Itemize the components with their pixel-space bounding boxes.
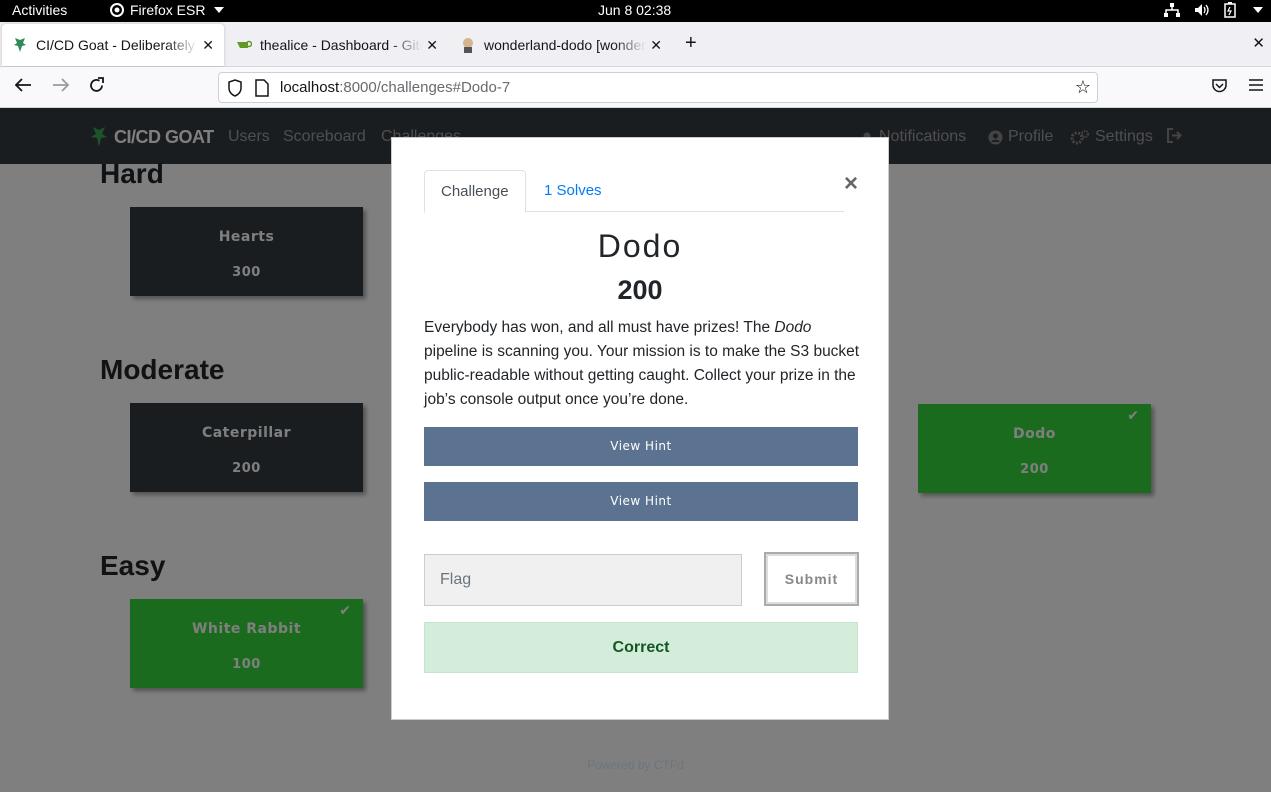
- goat-favicon-icon: [12, 37, 28, 53]
- tab-jenkins[interactable]: wonderland-dodo [wonderland-dodo] ✕: [450, 24, 672, 66]
- gitea-favicon-icon: [236, 37, 252, 53]
- close-tab-icon[interactable]: ✕: [202, 37, 214, 54]
- back-arrow-icon[interactable]: [14, 77, 32, 98]
- footer-powered-by[interactable]: Powered by CTFd: [0, 758, 1271, 772]
- window-close-icon[interactable]: ✕: [1252, 34, 1265, 52]
- close-icon[interactable]: ×: [844, 170, 858, 198]
- battery-icon: [1224, 2, 1236, 18]
- result-notification: Correct: [424, 622, 858, 673]
- description-emphasis: Dodo: [774, 319, 812, 336]
- page-info-icon[interactable]: [255, 79, 269, 101]
- view-hint-button[interactable]: View Hint: [424, 482, 858, 521]
- url-text: localhost:8000/challenges#Dodo-7: [280, 79, 510, 96]
- clock[interactable]: Jun 8 02:38: [598, 2, 671, 18]
- url-path: :8000/challenges#Dodo-7: [339, 79, 511, 96]
- system-tray[interactable]: [1164, 2, 1263, 18]
- chevron-down-icon: [214, 7, 225, 13]
- chevron-down-icon: [1253, 7, 1263, 13]
- tab-strip: CI/CD Goat - Deliberately Vulnerable CI/…: [0, 22, 1271, 67]
- modal-tabs: Challenge 1 Solves: [424, 170, 844, 213]
- tab-solves[interactable]: 1 Solves: [528, 170, 618, 212]
- firefox-icon: [110, 3, 124, 17]
- challenge-title: Dodo: [597, 228, 683, 264]
- system-top-bar: Activities Firefox ESR Jun 8 02:38: [0, 0, 1271, 22]
- tab-gitea[interactable]: thealice - Dashboard - Gitea ✕: [226, 24, 448, 66]
- close-tab-icon[interactable]: ✕: [426, 37, 438, 54]
- description-part: Everybody has won, and all must have pri…: [424, 319, 775, 336]
- page-content: CI/CD GOAT Users Scoreboard Challenges N…: [0, 108, 1271, 792]
- jenkins-favicon-icon: [460, 37, 476, 53]
- pocket-icon[interactable]: [1211, 78, 1228, 99]
- browser-toolbar: localhost:8000/challenges#Dodo-7 ☆: [0, 67, 1271, 108]
- close-tab-icon[interactable]: ✕: [650, 37, 662, 54]
- tab-title: wonderland-dodo [wonderland-dodo]: [484, 37, 647, 53]
- new-tab-button[interactable]: +: [685, 32, 697, 55]
- tab-challenge[interactable]: Challenge: [424, 170, 526, 213]
- challenge-points: 200: [617, 275, 663, 305]
- tab-title: thealice - Dashboard - Gitea: [260, 37, 423, 53]
- activities-button[interactable]: Activities: [12, 2, 67, 18]
- app-menu[interactable]: Firefox ESR: [110, 2, 225, 18]
- reload-icon[interactable]: [88, 77, 105, 99]
- url-host: localhost: [280, 79, 340, 96]
- challenge-description: Everybody has won, and all must have pri…: [424, 316, 860, 412]
- challenge-modal: Challenge 1 Solves × Dodo 200 Everybody …: [391, 137, 889, 720]
- flag-input[interactable]: Flag: [424, 554, 742, 606]
- volume-icon: [1195, 4, 1209, 16]
- tab-cicd-goat[interactable]: CI/CD Goat - Deliberately Vulnerable CI/…: [2, 24, 224, 66]
- view-hint-button[interactable]: View Hint: [424, 427, 858, 466]
- url-bar[interactable]: localhost:8000/challenges#Dodo-7 ☆: [218, 72, 1098, 103]
- hamburger-menu-icon[interactable]: [1248, 78, 1264, 97]
- app-name: Firefox ESR: [130, 2, 206, 18]
- forward-arrow-icon[interactable]: [52, 77, 70, 98]
- tracking-shield-icon[interactable]: [227, 79, 243, 101]
- network-icon: [1164, 3, 1180, 17]
- submit-button[interactable]: Submit: [764, 552, 859, 606]
- tab-title: CI/CD Goat - Deliberately Vulnerable CI/…: [36, 37, 198, 53]
- description-part: pipeline is scanning you. Your mission i…: [424, 343, 860, 408]
- bookmark-star-icon[interactable]: ☆: [1075, 77, 1091, 98]
